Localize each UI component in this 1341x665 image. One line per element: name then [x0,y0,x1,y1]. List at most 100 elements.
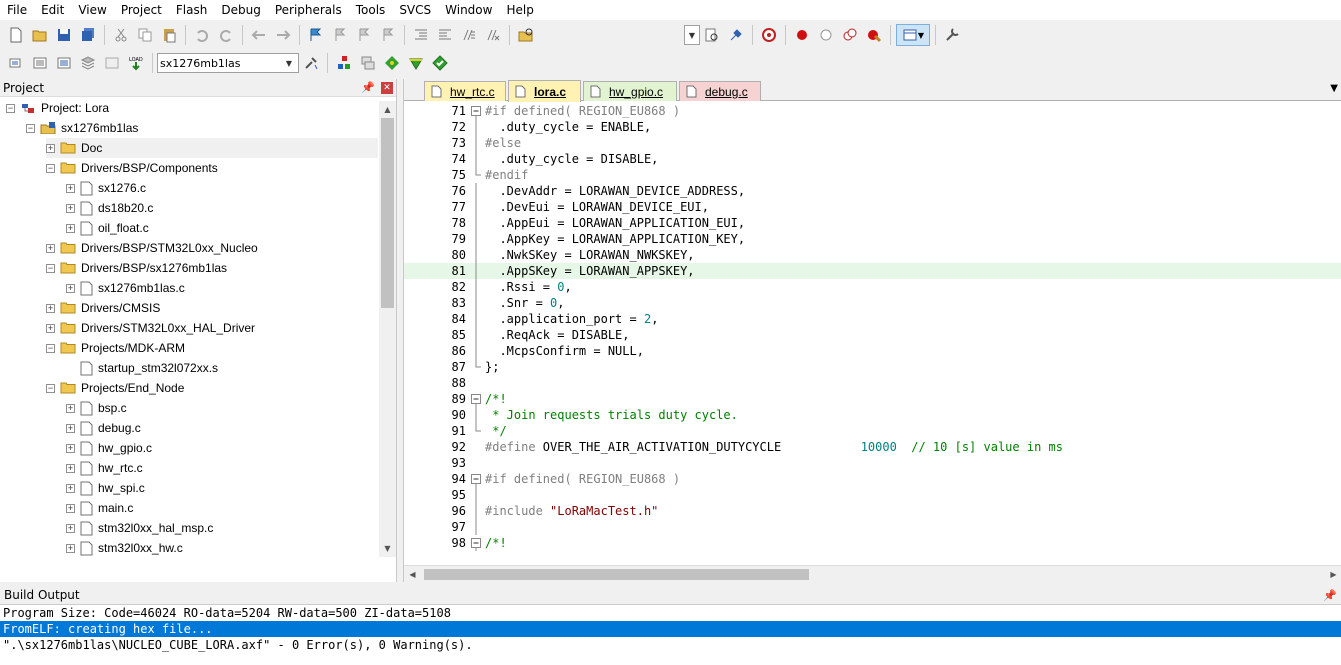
save-icon[interactable] [53,24,75,46]
editor-tab-debug-c[interactable]: debug.c [679,81,761,101]
tree-file[interactable]: + sx1276.c [66,178,146,198]
download-icon[interactable]: LOAD [125,52,147,74]
expand-icon[interactable]: + [66,483,75,493]
pack-installer-icon[interactable] [405,52,427,74]
tree-file[interactable]: + stm32l0xx_hal_msp.c [66,518,213,538]
expand-icon[interactable]: + [66,203,75,213]
code-view[interactable]: 71 #if defined( REGION_EU868 ) 72 .duty_cy… [404,103,1341,559]
pin-icon[interactable]: 📌 [1323,589,1337,602]
menu-peripherals[interactable]: Peripherals [268,0,349,20]
tree-file[interactable]: + debug.c [66,418,141,438]
expand-icon[interactable]: + [66,223,75,233]
tree-file[interactable]: + oil_float.c [66,218,149,238]
uncomment-icon[interactable] [482,24,504,46]
hscroll-thumb[interactable] [424,569,809,580]
collapse-icon[interactable]: − [46,163,55,173]
menu-file[interactable]: File [0,0,34,20]
expand-icon[interactable]: + [46,143,55,153]
expand-icon[interactable]: + [66,443,75,453]
disable-breakpoint-icon[interactable] [815,24,837,46]
configure-icon[interactable] [941,24,963,46]
menu-flash[interactable]: Flash [169,0,214,20]
build-icon[interactable] [29,52,51,74]
expand-icon[interactable]: + [46,303,55,313]
menu-debug[interactable]: Debug [214,0,267,20]
editor-tab-hw_rtc-c[interactable]: hw_rtc.c [424,81,506,101]
comment-icon[interactable] [458,24,480,46]
tree-file[interactable]: + hw_gpio.c [66,438,152,458]
clear-bookmarks-icon[interactable] [377,24,399,46]
manage-components-icon[interactable] [357,52,379,74]
disable-all-breakpoints-icon[interactable] [839,24,861,46]
new-file-icon[interactable] [5,24,27,46]
nav-forward-icon[interactable] [272,24,294,46]
menu-project[interactable]: Project [114,0,169,20]
translate-icon[interactable] [5,52,27,74]
open-file-icon[interactable] [29,24,51,46]
tab-list-chevron-icon[interactable]: ▼ [1330,83,1338,94]
breakpoint-icon[interactable] [791,24,813,46]
fold-toggle-icon[interactable] [470,103,482,119]
fold-toggle-icon[interactable] [470,535,482,551]
menu-tools[interactable]: Tools [349,0,393,20]
scroll-down-icon[interactable]: ▼ [379,540,396,557]
pin-icon[interactable]: 📌 [361,81,375,94]
tree-file[interactable]: + bsp.c [66,398,127,418]
tree-file[interactable]: + ds18b20.c [66,198,153,218]
incremental-find-icon[interactable] [725,24,747,46]
target-options-icon[interactable] [300,52,322,74]
scroll-right-icon[interactable]: ▶ [1325,566,1341,583]
fold-toggle-icon[interactable] [470,391,482,407]
cut-icon[interactable] [110,24,132,46]
menu-view[interactable]: View [71,0,113,20]
prev-bookmark-icon[interactable] [329,24,351,46]
tree-folder[interactable]: − Drivers/BSP/Components [46,158,218,178]
target-select[interactable]: sx1276mb1las ▼ [157,53,299,73]
unindent-icon[interactable] [434,24,456,46]
tree-file[interactable]: + sx1276mb1las.c [66,278,185,298]
expand-icon[interactable]: + [66,523,75,533]
project-tree-scrollbar[interactable]: ▲ ▼ [379,101,396,557]
collapse-icon[interactable]: − [46,263,55,273]
redo-icon[interactable] [215,24,237,46]
editor-tab-hw_gpio-c[interactable]: hw_gpio.c [583,81,677,101]
tree-folder[interactable]: + Doc [46,138,378,158]
nav-back-icon[interactable] [248,24,270,46]
select-packs-icon[interactable] [429,52,451,74]
expand-icon[interactable]: + [66,463,75,473]
expand-icon[interactable]: + [66,423,75,433]
expand-icon[interactable]: + [66,283,75,293]
paste-icon[interactable] [158,24,180,46]
save-all-icon[interactable] [77,24,99,46]
expand-icon[interactable]: + [66,183,75,193]
find-icon[interactable] [701,24,723,46]
kill-all-breakpoints-icon[interactable] [863,24,885,46]
tree-folder[interactable]: + Drivers/CMSIS [46,298,160,318]
copy-icon[interactable] [134,24,156,46]
stop-build-icon[interactable] [101,52,123,74]
fold-toggle-icon[interactable] [470,471,482,487]
collapse-icon[interactable]: − [46,383,55,393]
scroll-left-icon[interactable]: ◀ [404,566,421,583]
menu-edit[interactable]: Edit [34,0,71,20]
indent-icon[interactable] [410,24,432,46]
tree-target[interactable]: − sx1276mb1las [26,118,138,138]
rebuild-icon[interactable] [53,52,75,74]
expand-icon[interactable]: + [66,543,75,553]
tree-file[interactable]: + hw_spi.c [66,478,145,498]
menu-svcs[interactable]: SVCS [392,0,438,20]
expand-icon[interactable]: + [66,503,75,513]
collapse-icon[interactable]: − [26,123,35,133]
undo-icon[interactable] [191,24,213,46]
tree-file[interactable]: startup_stm32l072xx.s [66,358,218,378]
editor-tab-lora-c[interactable]: lora.c [508,80,581,102]
scroll-thumb[interactable] [381,118,394,308]
expand-icon[interactable]: + [46,243,55,253]
build-output-log[interactable]: Program Size: Code=46024 RO-data=5204 RW… [0,605,1341,653]
tree-file[interactable]: + hw_rtc.c [66,458,143,478]
rte-icon[interactable] [381,52,403,74]
bookmark-icon[interactable] [305,24,327,46]
tree-folder[interactable]: − Projects/MDK-ARM [46,338,185,358]
find-combo[interactable]: ▼ [684,25,700,45]
tree-root[interactable]: − Project: Lora [6,98,109,118]
